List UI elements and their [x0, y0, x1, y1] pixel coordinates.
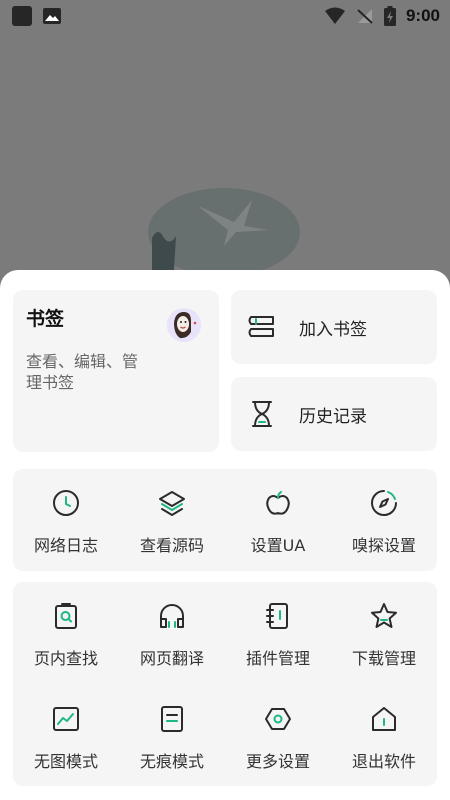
background-illustration [148, 186, 300, 270]
sniffing-settings-label: 嗅探设置 [351, 536, 416, 555]
web-translate-label: 网页翻译 [139, 649, 204, 668]
add-bookmark-button[interactable]: 加入书签 [231, 290, 437, 364]
headphones-icon [156, 600, 188, 632]
hourglass-icon [247, 399, 277, 429]
exit-app-label: 退出软件 [351, 752, 416, 771]
more-settings-label: 更多设置 [245, 752, 310, 771]
incognito-mode-label: 无痕模式 [139, 752, 204, 771]
sniffing-settings-button[interactable]: 嗅探设置 [331, 487, 437, 571]
plugin-management-label: 插件管理 [245, 649, 310, 668]
status-time: 9:00 [405, 6, 440, 25]
find-in-page-button[interactable]: 页内查找 [13, 600, 119, 669]
no-signal-icon [356, 7, 374, 25]
history-label: 历史记录 [299, 406, 367, 427]
bookmark-avatar-icon [167, 308, 201, 342]
download-management-label: 下载管理 [351, 649, 416, 668]
tools-grid-card: 页内查找 网页翻译 插件管理 下载管理 无图模式 无痕模式 更多设置 退出软件 [13, 582, 437, 786]
download-management-button[interactable]: 下载管理 [331, 600, 437, 669]
settings-hexagon-icon [262, 703, 294, 735]
no-image-mode-label: 无图模式 [33, 752, 98, 771]
star-icon [368, 600, 400, 632]
incognito-mode-button[interactable]: 无痕模式 [119, 703, 225, 772]
view-source-label: 查看源码 [139, 536, 204, 555]
view-source-button[interactable]: 查看源码 [119, 487, 225, 571]
bookmarks-card[interactable]: 书签 查看、编辑、管理书签 [13, 290, 219, 452]
battery-charging-icon [383, 6, 396, 26]
tools-bottom-sheet: 书签 查看、编辑、管理书签 加入书签 历史记录 网络日志 查看源码 设置UA 嗅… [0, 270, 450, 800]
add-bookmark-icon [247, 312, 277, 342]
set-ua-label: 设置UA [250, 536, 306, 555]
image-notification-icon [42, 7, 62, 25]
compass-icon [368, 487, 400, 519]
bookmarks-description: 查看、编辑、管理书签 [26, 352, 139, 392]
document-icon [156, 703, 188, 735]
home-exit-icon [368, 703, 400, 735]
find-in-page-label: 页内查找 [33, 649, 98, 668]
network-log-label: 网络日志 [33, 536, 98, 555]
no-image-mode-button[interactable]: 无图模式 [13, 703, 119, 772]
clock-icon [50, 487, 82, 519]
web-translate-button[interactable]: 网页翻译 [119, 600, 225, 669]
exit-app-button[interactable]: 退出软件 [331, 703, 437, 772]
add-bookmark-label: 加入书签 [299, 319, 367, 340]
plugin-management-button[interactable]: 插件管理 [225, 600, 331, 669]
apple-icon [262, 487, 294, 519]
more-settings-button[interactable]: 更多设置 [225, 703, 331, 772]
app-notification-icon [12, 6, 32, 26]
history-button[interactable]: 历史记录 [231, 377, 437, 451]
set-ua-button[interactable]: 设置UA [225, 487, 331, 571]
layers-icon [156, 487, 188, 519]
wifi-icon [324, 7, 346, 25]
notebook-icon [262, 600, 294, 632]
network-log-button[interactable]: 网络日志 [13, 487, 119, 571]
tools-row-card: 网络日志 查看源码 设置UA 嗅探设置 [13, 469, 437, 571]
clipboard-search-icon [50, 600, 82, 632]
image-chart-icon [50, 703, 82, 735]
status-bar: 9:00 [0, 0, 450, 32]
